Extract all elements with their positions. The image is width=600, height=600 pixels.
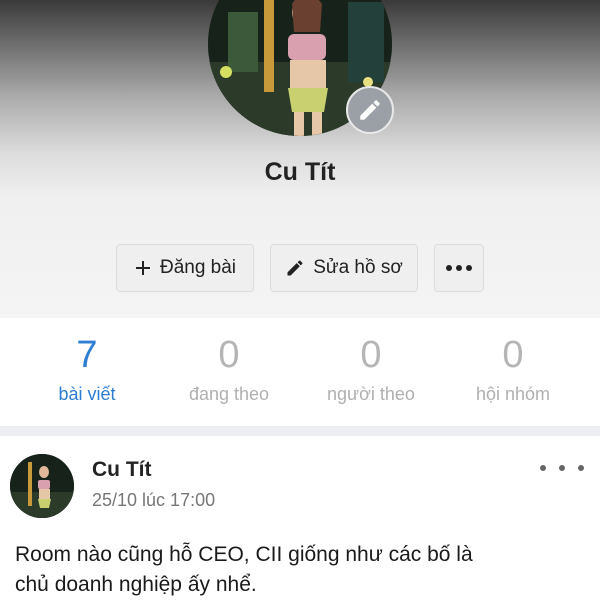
post-author-name[interactable]: Cu Tít — [92, 458, 151, 482]
post-body: Room nào cũng hỗ CEO, CII giống như các … — [15, 540, 590, 600]
section-divider — [0, 426, 600, 436]
stat-posts-label: bài viết — [58, 384, 116, 404]
stat-followers-value: 0 — [360, 334, 382, 376]
edit-avatar-button[interactable] — [346, 86, 394, 134]
profile-actions: Đăng bài Sửa hồ sơ — [0, 244, 600, 292]
avatar-image — [10, 454, 74, 518]
stat-posts-value: 7 — [76, 334, 98, 376]
pencil-icon — [360, 100, 380, 120]
post-author-avatar[interactable] — [10, 454, 74, 518]
edit-profile-label: Sửa hồ sơ — [313, 257, 403, 278]
post-timestamp: 25/10 lúc 17:00 — [92, 490, 216, 510]
edit-profile-button[interactable]: Sửa hồ sơ — [270, 244, 418, 292]
profile-name: Cu Tít — [264, 158, 336, 186]
plus-icon — [134, 259, 152, 277]
stat-posts[interactable]: 7 bài viết — [12, 332, 162, 405]
more-dots-icon — [540, 465, 546, 471]
stat-followers-label: người theo — [327, 384, 415, 404]
stat-groups-label: hội nhóm — [475, 384, 551, 404]
profile-header: Cu Tít Đăng bài Sửa hồ sơ — [0, 0, 600, 318]
stat-following-label: đang theo — [188, 384, 270, 404]
stat-followers[interactable]: 0 người theo — [296, 332, 446, 405]
more-options-button[interactable] — [434, 244, 484, 292]
stat-following[interactable]: 0 đang theo — [154, 332, 304, 405]
more-dots-icon — [446, 265, 472, 271]
create-post-button[interactable]: Đăng bài — [116, 244, 254, 292]
post-text-line: chủ doanh nghiệp ấy nhể. — [15, 573, 257, 596]
stat-groups[interactable]: 0 hội nhóm — [438, 332, 588, 405]
post-more-button[interactable] — [540, 456, 584, 480]
pencil-icon — [285, 258, 305, 278]
create-post-label: Đăng bài — [159, 257, 237, 278]
stat-following-value: 0 — [218, 334, 240, 376]
post-card: Cu Tít 25/10 lúc 17:00 Room nào cũng hỗ … — [0, 436, 600, 600]
profile-stats: 7 bài viết 0 đang theo 0 người theo 0 hộ… — [0, 318, 600, 426]
post-text-line: Room nào cũng hỗ CEO, CII giống như các … — [15, 543, 473, 566]
stat-groups-value: 0 — [502, 334, 524, 376]
